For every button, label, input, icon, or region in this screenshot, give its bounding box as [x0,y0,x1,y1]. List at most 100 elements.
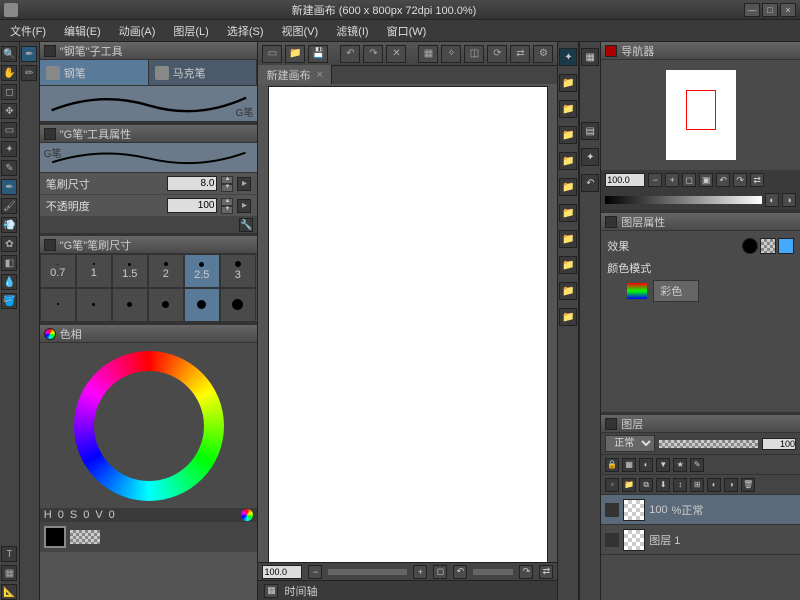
canvas[interactable] [268,86,548,562]
tool-eyedrop-icon[interactable]: ✎ [1,160,17,176]
tool-pen2-icon[interactable]: ✒ [21,46,37,62]
dock-folder9-icon[interactable]: 📁 [559,282,577,300]
open-icon[interactable]: 📁 [285,45,305,63]
tool-fill-icon[interactable]: 🪣 [1,293,17,309]
new-layer-icon[interactable]: ▫ [605,478,619,492]
visibility-icon[interactable] [605,533,619,547]
navigator[interactable] [601,60,800,170]
rotate-right-icon[interactable]: ↷ [519,565,533,579]
nav-rot-l-icon[interactable]: ↶ [716,173,730,187]
opacity-input[interactable] [167,198,217,213]
minimize-button[interactable]: — [744,3,760,17]
new-folder-icon[interactable]: 📁 [622,478,636,492]
ruler-icon[interactable]: ◫ [464,45,484,63]
tool-marquee-icon[interactable]: ▭ [1,122,17,138]
menu-select[interactable]: 选择(S) [223,21,268,41]
dock-folder6-icon[interactable]: 📁 [559,204,577,222]
dup-layer-icon[interactable]: ⧉ [639,478,653,492]
nav-rot-r-icon[interactable]: ↷ [733,173,747,187]
size-b0[interactable] [40,288,76,322]
size-b4[interactable] [184,288,220,322]
canvas-area[interactable] [258,84,557,562]
rotate-icon[interactable]: ⟳ [487,45,507,63]
snap-icon[interactable]: ✧ [441,45,461,63]
opacity-up[interactable]: ▲ [221,198,233,206]
size-b3[interactable] [148,288,184,322]
subtool-marker[interactable]: 马克笔 [149,60,258,85]
tool-hand-icon[interactable]: ✋ [1,65,17,81]
zoom-in-icon[interactable]: + [413,565,427,579]
fg-swatch[interactable] [44,526,66,548]
dock-checker-icon[interactable]: ▦ [581,48,599,66]
size-b2[interactable] [112,288,148,322]
settings-icon[interactable]: ⚙ [533,45,553,63]
effect-tone-icon[interactable] [760,238,776,254]
subtool-pen[interactable]: 钢笔 [40,60,149,85]
merge-icon[interactable]: ⬇ [656,478,670,492]
dock-quick-icon[interactable]: ✦ [559,48,577,66]
flip-icon[interactable]: ⇄ [510,45,530,63]
delete-layer-icon[interactable]: 🗑 [741,478,755,492]
nav-flip-icon[interactable]: ⇄ [750,173,764,187]
brush-size-input[interactable] [167,176,217,191]
canvas-tab[interactable]: 新建画布× [258,65,331,85]
tool-move-icon[interactable]: ✥ [1,103,17,119]
transfer-icon[interactable]: ↕ [673,478,687,492]
nav-opt2-icon[interactable]: ◑ [782,193,796,207]
timeline-icon[interactable]: ▦ [264,584,278,598]
delete-icon[interactable]: ✕ [386,45,406,63]
layer-row-2[interactable]: 图层 1 [601,525,800,555]
menu-view[interactable]: 视图(V) [278,21,323,41]
fit-icon[interactable]: ◻ [433,565,447,579]
size-0[interactable]: 0.7 [40,254,76,288]
rotate-slider[interactable] [473,569,513,575]
nav-viewport[interactable] [686,90,716,130]
transparency-swatch[interactable] [70,530,100,544]
effect-border-icon[interactable] [742,238,758,254]
dock-effect-icon[interactable]: ✦ [581,148,599,166]
dock-folder7-icon[interactable]: 📁 [559,230,577,248]
menu-file[interactable]: 文件(F) [6,21,50,41]
nav-preview[interactable] [666,70,736,160]
blend-mode-select[interactable]: 正常 [605,435,655,452]
dock-folder4-icon[interactable]: 📁 [559,152,577,170]
dock-folder2-icon[interactable]: 📁 [559,100,577,118]
size-b1[interactable] [76,288,112,322]
nav-100-icon[interactable]: ▣ [699,173,713,187]
size-link-icon[interactable]: ▸ [237,177,251,191]
nav-zoom-in-icon[interactable]: + [665,173,679,187]
tool-brush-icon[interactable]: 🖌 [1,198,17,214]
size-5[interactable]: 3 [220,254,256,288]
zoom-slider[interactable] [328,569,407,575]
size-down[interactable]: ▼ [221,184,233,192]
layer-opacity-input[interactable] [762,438,796,450]
menu-layer[interactable]: 图层(L) [169,21,212,41]
undo-icon[interactable]: ↶ [340,45,360,63]
color-square[interactable] [114,391,184,461]
tool-deco-icon[interactable]: ✿ [1,236,17,252]
tool-text-icon[interactable]: T [1,546,17,562]
tool-airbrush-icon[interactable]: 💨 [1,217,17,233]
zoom-out-icon[interactable]: − [308,565,322,579]
dock-folder10-icon[interactable]: 📁 [559,308,577,326]
dock-folder3-icon[interactable]: 📁 [559,126,577,144]
lock-all-icon[interactable]: 🔒 [605,458,619,472]
nav-zoom-input[interactable] [605,173,645,187]
opacity-slider[interactable] [659,440,758,448]
size-3[interactable]: 2 [148,254,184,288]
menu-anim[interactable]: 动画(A) [115,21,160,41]
color-wheel[interactable] [40,343,258,508]
flip-h-icon[interactable]: ⇄ [539,565,553,579]
dock-folder5-icon[interactable]: 📁 [559,178,577,196]
effect-color-icon[interactable] [778,238,794,254]
tool-pen-icon[interactable]: ✒ [1,179,17,195]
maximize-button[interactable]: □ [762,3,778,17]
size-b5[interactable] [220,288,256,322]
mask-icon[interactable]: ◐ [707,478,721,492]
save-icon[interactable]: 💾 [308,45,328,63]
dock-history-icon[interactable]: ↶ [581,174,599,192]
nav-zoom-out-icon[interactable]: − [648,173,662,187]
opacity-down[interactable]: ▼ [221,206,233,214]
menu-edit[interactable]: 编辑(E) [60,21,105,41]
dock-layer-icon[interactable]: ▤ [581,122,599,140]
